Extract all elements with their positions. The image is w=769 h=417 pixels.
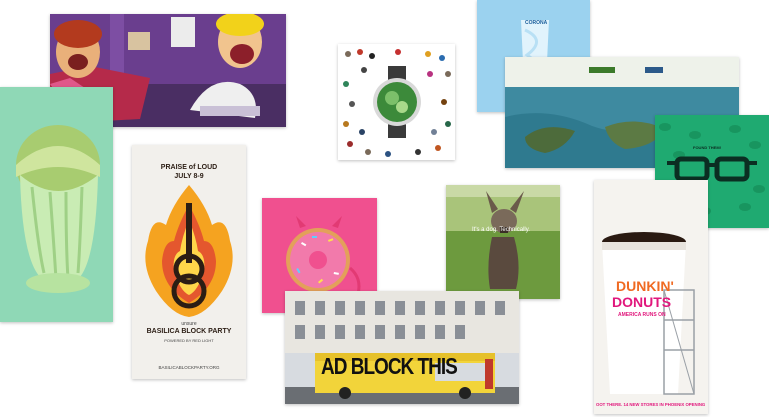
dog-illustration [446,185,560,299]
soda-brand: CORONA [525,20,548,26]
poster-url: BASILICABLOCKPARTY.ORG [158,365,220,370]
image-ad-block-bus[interactable]: AD BLOCK THIS [285,291,519,404]
image-smartwatch[interactable] [338,44,455,160]
dog-caption: It's a dog. Technically. [472,227,530,233]
flame-guitar-illustration [145,185,233,317]
image-melon-jellyfish[interactable] [0,87,113,322]
melon-illustration [0,87,113,322]
dunkin-brand-bottom: DONUTS [612,294,672,310]
dunkin-tagline: AMERICA RUNS ON [618,312,666,318]
image-dog[interactable]: It's a dog. Technically. [446,185,560,299]
poster-event-name: BASILICA BLOCK PARTY [146,328,232,335]
bus-street-illustration [285,291,519,404]
poster-top-line: PRAISE of LOUD [160,164,218,171]
poster-date: JULY 8-9 [174,173,204,180]
poster-subline: POWERED BY RED LIGHT [164,338,214,343]
bus-slogan: AD BLOCK THIS [321,355,458,381]
poster-basilica-block-party[interactable]: PRAISE of LOUD JULY 8-9 unsure BASILICA … [132,145,246,379]
dunkin-footer: OOT THERE. 14 NEW STORES IN PHOENIX OPEN… [596,402,706,407]
glasses-caption: FOUND THEM! [693,145,721,150]
smartwatch-illustration [338,44,455,160]
poster-dunkin-donuts[interactable]: DUNKIN' DONUTS AMERICA RUNS ON OOT THERE… [594,180,708,414]
dunkin-brand-top: DUNKIN' [616,278,674,294]
poster-small-text: unsure [181,321,197,327]
